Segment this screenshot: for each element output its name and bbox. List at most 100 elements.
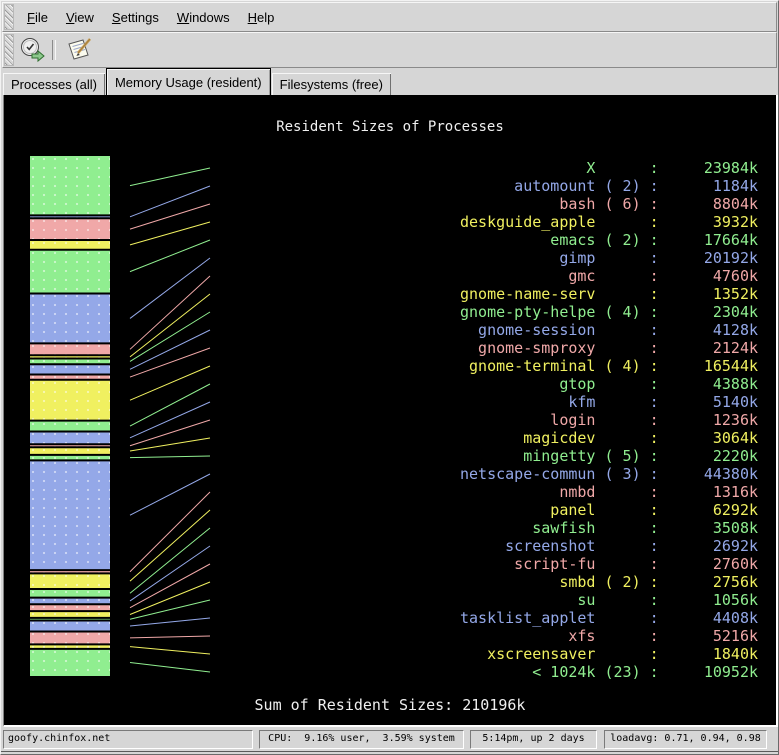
connector-line xyxy=(130,647,210,654)
process-row-xfs: xfs : 5216k xyxy=(451,627,758,645)
connector-line xyxy=(130,564,210,608)
process-row-gnome-session: gnome-session : 4128k xyxy=(451,321,758,339)
process-row-gnome-smproxy: gnome-smproxy : 2124k xyxy=(451,339,758,357)
process-row-gnome-pty-helpe: gnome-pty-helpe ( 4) : 2304k xyxy=(451,303,758,321)
window-bottom-edge xyxy=(1,751,779,755)
process-row-nmbd: nmbd : 1316k xyxy=(451,483,758,501)
memory-usage-panel: Resident Sizes of Processes X : 23984k a… xyxy=(3,95,778,727)
bar-segment-deskguide_apple xyxy=(30,240,110,250)
connector-line xyxy=(130,492,210,572)
tab-row: Processes (all)Memory Usage (resident)Fi… xyxy=(1,68,778,96)
hostname-status: goofy.chinfox.net xyxy=(3,730,253,749)
connector-line xyxy=(130,456,210,458)
bar-segment-kfm xyxy=(30,431,110,444)
bar-segment-emacs xyxy=(30,250,110,294)
menubar: FileViewSettingsWindowsHelp xyxy=(2,2,777,32)
connector-line xyxy=(130,330,210,369)
time-uptime-status: 5:14pm, up 2 days xyxy=(470,730,597,749)
bar-segment-smbd xyxy=(30,611,110,618)
process-row-emacs: emacs ( 2) : 17664k xyxy=(451,231,758,249)
menu-view[interactable]: View xyxy=(57,5,103,30)
toolbar-separator xyxy=(52,40,56,60)
bar-segment-gimp xyxy=(30,293,110,343)
connector-line xyxy=(130,510,210,581)
bar-segment-1024k xyxy=(30,649,110,676)
bar-segment-netscape-commun xyxy=(30,460,110,570)
process-row-bash: bash ( 6) : 8804k xyxy=(451,195,758,213)
notepad-pencil-icon[interactable] xyxy=(64,36,94,64)
process-row-tasklist_applet: tasklist_applet : 4408k xyxy=(451,609,758,627)
connector-line xyxy=(130,348,210,377)
process-row-netscape-commun: netscape-commun ( 3) : 44380k xyxy=(451,465,758,483)
process-row-panel: panel : 6292k xyxy=(451,501,758,519)
loadavg-status: loadavg: 0.71, 0.94, 0.98 xyxy=(604,730,767,749)
connector-line xyxy=(130,186,210,217)
connector-line xyxy=(130,384,210,426)
connector-line xyxy=(130,222,210,245)
tab-processes-all[interactable]: Processes (all) xyxy=(3,73,105,96)
process-row-screenshot: screenshot : 2692k xyxy=(451,537,758,555)
cpu-status: CPU: 9.16% user, 3.59% system xyxy=(259,730,464,749)
bar-segment-screenshot xyxy=(30,597,110,604)
connector-line xyxy=(130,420,210,446)
menu-file[interactable]: File xyxy=(18,5,57,30)
process-row-smbd: smbd ( 2) : 2756k xyxy=(451,573,758,591)
bar-segment-sawfish xyxy=(30,589,110,598)
tab-memory-usage-resident[interactable]: Memory Usage (resident) xyxy=(106,68,271,96)
process-row-gnome-terminal: gnome-terminal ( 4) : 16544k xyxy=(451,357,758,375)
process-row-kfm: kfm : 5140k xyxy=(451,393,758,411)
menu-help[interactable]: Help xyxy=(239,5,284,30)
bar-segment-script-fu xyxy=(30,604,110,611)
bar-segment-gmc xyxy=(30,343,110,355)
connector-line xyxy=(130,258,210,318)
menubar-drag-handle[interactable] xyxy=(4,4,14,30)
connector-line xyxy=(130,582,210,615)
connector-line xyxy=(130,662,210,672)
process-row-gmc: gmc : 4760k xyxy=(451,267,758,285)
process-row-sawfish: sawfish : 3508k xyxy=(451,519,758,537)
chart-title: Resident Sizes of Processes xyxy=(4,119,776,135)
toolbar xyxy=(2,32,777,68)
bar-segment-xfs xyxy=(30,631,110,644)
connector-line xyxy=(130,276,210,349)
connector-line xyxy=(130,546,210,601)
connector-line xyxy=(130,474,210,515)
connector-line xyxy=(130,528,210,593)
connector-line xyxy=(130,618,210,626)
bar-segment-X xyxy=(30,156,110,215)
connector-line xyxy=(130,294,210,357)
connector-line xyxy=(130,636,210,638)
bar-segment-bash xyxy=(30,218,110,240)
process-row-su: su : 1056k xyxy=(451,591,758,609)
process-row-1024k: < 1024k (23) : 10952k xyxy=(451,663,758,681)
bar-segment-gnome-terminal xyxy=(30,380,110,421)
process-row-magicdev: magicdev : 3064k xyxy=(451,429,758,447)
process-row-automount: automount ( 2) : 1184k xyxy=(451,177,758,195)
bar-segment-tasklist_applet xyxy=(30,620,110,631)
gtop-window: FileViewSettingsWindowsHelp Processes xyxy=(0,0,779,755)
connector-line xyxy=(130,366,210,400)
process-size-list: X : 23984k automount ( 2) : 1184k bash (… xyxy=(451,159,758,681)
bar-segment-magicdev xyxy=(30,447,110,455)
connector-line xyxy=(130,600,210,619)
bar-segment-gnome-session xyxy=(30,364,110,374)
bar-segment-gtop xyxy=(30,421,110,432)
connector-line xyxy=(130,312,210,361)
process-row-gimp: gimp : 20192k xyxy=(451,249,758,267)
process-row-xscreensaver: xscreensaver : 1840k xyxy=(451,645,758,663)
statusbar: goofy.chinfox.net CPU: 9.16% user, 3.59%… xyxy=(1,729,779,751)
connector-line xyxy=(130,438,210,451)
menu-windows[interactable]: Windows xyxy=(168,5,239,30)
process-row-X: X : 23984k xyxy=(451,159,758,177)
menu-settings[interactable]: Settings xyxy=(103,5,168,30)
resident-size-stacked-bar xyxy=(30,156,110,676)
toolbar-drag-handle[interactable] xyxy=(4,34,14,66)
connector-line xyxy=(130,240,210,272)
sum-of-resident-sizes: Sum of Resident Sizes: 210196k xyxy=(4,696,776,714)
clock-arrow-icon[interactable] xyxy=(18,36,48,64)
process-row-deskguide_apple: deskguide_apple : 3932k xyxy=(451,213,758,231)
process-row-gtop: gtop : 4388k xyxy=(451,375,758,393)
tab-filesystems-free[interactable]: Filesystems (free) xyxy=(272,73,391,96)
process-row-script-fu: script-fu : 2760k xyxy=(451,555,758,573)
process-row-login: login : 1236k xyxy=(451,411,758,429)
